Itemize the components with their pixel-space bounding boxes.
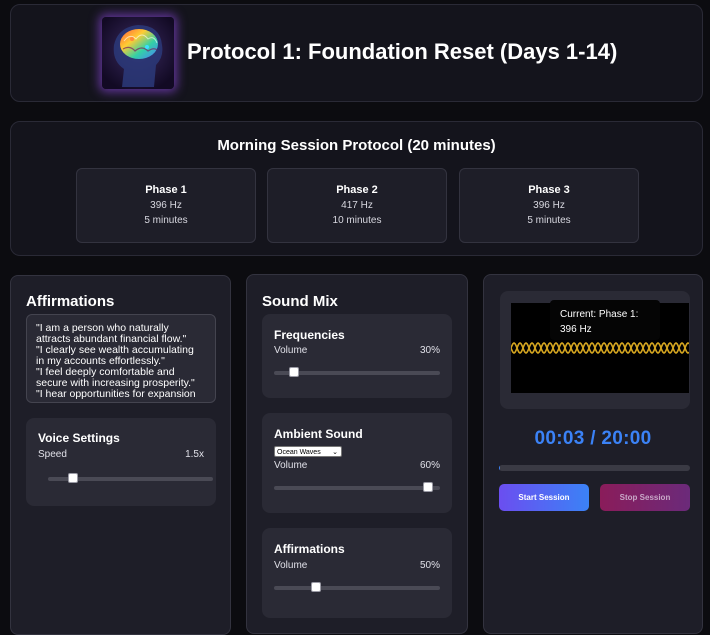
frequencies-volume-row: Volume 30%	[274, 345, 440, 356]
affirmations-volume-row: Volume 50%	[274, 560, 440, 571]
protocol-header: Protocol 1: Foundation Reset (Days 1-14)	[10, 4, 703, 102]
ambient-volume-row: Volume 60%	[274, 460, 440, 471]
brain-logo-icon	[102, 17, 174, 89]
phase-title: Phase 3	[460, 184, 638, 196]
sound-mix-panel: Sound Mix Frequencies Volume 30% Ambient…	[246, 274, 468, 634]
phase-frequency: 417 Hz	[268, 200, 446, 211]
phase-title: Phase 1	[77, 184, 255, 196]
volume-value: 30%	[420, 345, 440, 356]
slider-thumb[interactable]	[311, 582, 321, 592]
visualizer-box: Current: Phase 1: 396 Hz	[500, 291, 690, 409]
ambient-volume-slider[interactable]	[274, 486, 440, 490]
affirmations-title: Affirmations	[26, 293, 114, 310]
phase-title: Phase 2	[268, 184, 446, 196]
slider-thumb[interactable]	[289, 367, 299, 377]
volume-value: 50%	[420, 560, 440, 571]
frequencies-box: Frequencies Volume 30%	[262, 314, 452, 398]
volume-label: Volume	[274, 560, 307, 571]
ambient-sound-title: Ambient Sound	[274, 427, 363, 441]
stop-session-button[interactable]: Stop Session	[600, 484, 690, 511]
session-timer: 00:03 / 20:00	[484, 428, 702, 450]
page-title: Protocol 1: Foundation Reset (Days 1-14)	[187, 39, 617, 65]
speed-row: Speed 1.5x	[38, 449, 204, 460]
phase-card-3: Phase 3 396 Hz 5 minutes	[459, 168, 639, 243]
volume-label: Volume	[274, 460, 307, 471]
speed-slider[interactable]	[48, 477, 213, 481]
frequencies-title: Frequencies	[274, 328, 345, 342]
frequencies-volume-slider[interactable]	[274, 371, 440, 375]
slider-thumb[interactable]	[68, 473, 78, 483]
phase-card-1: Phase 1 396 Hz 5 minutes	[76, 168, 256, 243]
chevron-down-icon: ⌄	[332, 447, 338, 458]
current-phase-label: Current: Phase 1: 396 Hz	[560, 307, 648, 337]
voice-settings-title: Voice Settings	[38, 431, 120, 445]
morning-protocol-card: Morning Session Protocol (20 minutes) Ph…	[10, 121, 703, 256]
ambient-sound-select[interactable]: Ocean Waves ⌄	[274, 446, 342, 457]
ambient-selected-value: Ocean Waves	[277, 449, 321, 456]
phase-duration: 10 minutes	[268, 215, 446, 226]
affirmations-textarea[interactable]: "I am a person who naturally attracts ab…	[26, 314, 216, 403]
affirmations-mix-box: Affirmations Volume 50%	[262, 528, 452, 618]
speed-value: 1.5x	[185, 449, 204, 460]
ambient-sound-box: Ambient Sound Ocean Waves ⌄ Volume 60%	[262, 413, 452, 513]
affirmations-panel: Affirmations "I am a person who naturall…	[10, 275, 231, 635]
volume-value: 60%	[420, 460, 440, 471]
session-progress-bar	[499, 465, 690, 471]
phase-frequency: 396 Hz	[460, 200, 638, 211]
start-session-button[interactable]: Start Session	[499, 484, 589, 511]
voice-settings-box: Voice Settings Speed 1.5x	[26, 418, 216, 506]
speed-label: Speed	[38, 449, 67, 460]
affirmation-line: "I hear opportunities for expansion	[36, 389, 209, 400]
session-player-panel: Current: Phase 1: 396 Hz 00:03 / 20:00 S…	[483, 274, 703, 634]
affirmations-volume-slider[interactable]	[274, 586, 440, 590]
phase-card-2: Phase 2 417 Hz 10 minutes	[267, 168, 447, 243]
phase-duration: 5 minutes	[77, 215, 255, 226]
protocol-title: Morning Session Protocol (20 minutes)	[11, 137, 702, 154]
affirmations-mix-title: Affirmations	[274, 542, 345, 556]
slider-thumb[interactable]	[423, 482, 433, 492]
phase-frequency: 396 Hz	[77, 200, 255, 211]
phase-duration: 5 minutes	[460, 215, 638, 226]
volume-label: Volume	[274, 345, 307, 356]
sound-mix-title: Sound Mix	[262, 293, 338, 310]
